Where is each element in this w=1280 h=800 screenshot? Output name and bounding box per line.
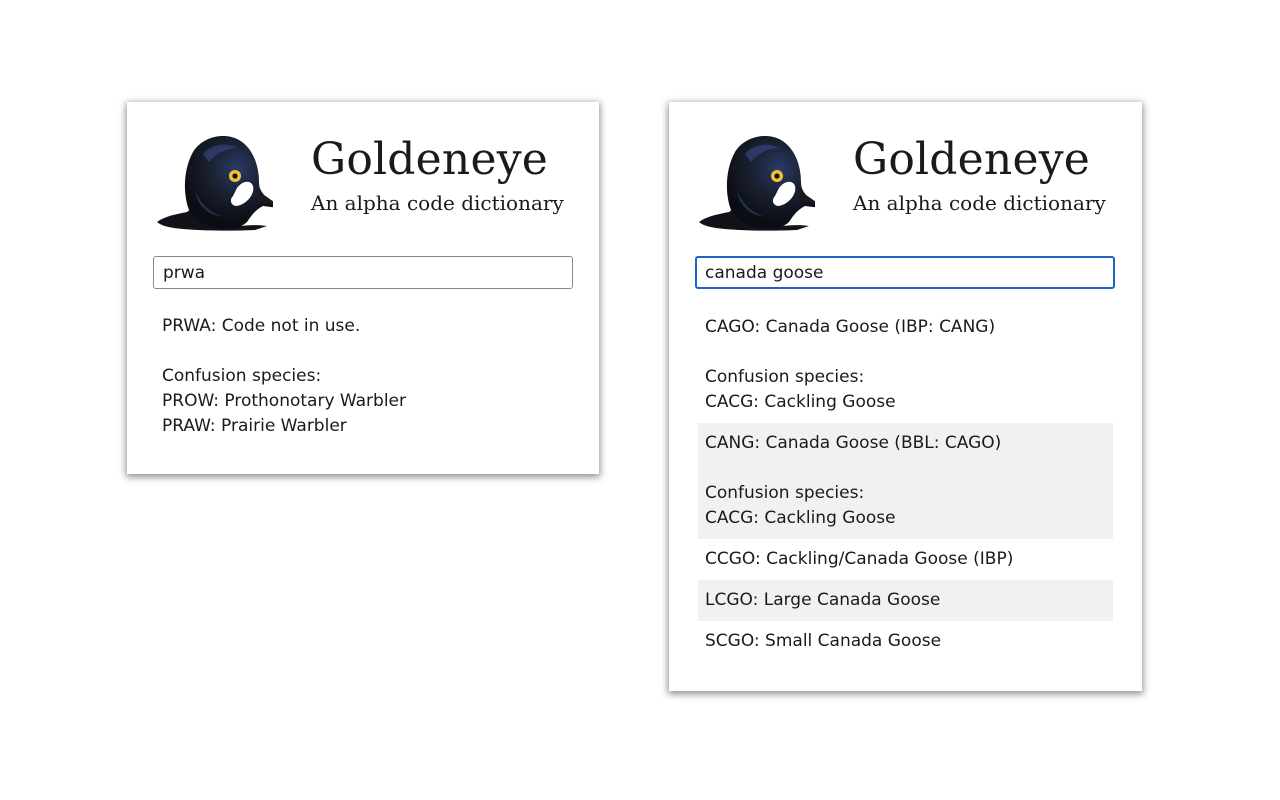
confusion-species: CACG: Cackling Goose [705, 392, 896, 412]
app-title: Goldeneye [311, 134, 548, 185]
confusion-label: Confusion species: [162, 366, 322, 386]
app-subtitle: An alpha code dictionary [853, 191, 1106, 215]
goldeneye-logo-icon [699, 136, 815, 231]
results-list: PRWA: Code not in use. Confusion species… [156, 310, 571, 443]
lookup-panel-right: Goldeneye An alpha code dictionary CAGO:… [669, 102, 1142, 691]
app-header: Goldeneye An alpha code dictionary [669, 102, 1142, 252]
confusion-species: PRAW: Prairie Warbler [162, 416, 347, 436]
result-item[interactable]: SCGO: Small Canada Goose [698, 621, 1113, 662]
result-heading: PRWA: Code not in use. [162, 316, 361, 336]
confusion-species: CACG: Cackling Goose [705, 508, 896, 528]
search-input[interactable] [153, 256, 573, 289]
result-item: PRWA: Code not in use. Confusion species… [156, 310, 571, 443]
search-input[interactable] [695, 256, 1115, 289]
goldeneye-logo-icon [157, 136, 273, 231]
lookup-panel-left: Goldeneye An alpha code dictionary PRWA:… [127, 102, 599, 474]
confusion-species: PROW: Prothonotary Warbler [162, 391, 407, 411]
confusion-label: Confusion species: [705, 483, 865, 503]
result-item[interactable]: CAGO: Canada Goose (IBP: CANG) Confusion… [698, 307, 1113, 423]
result-item[interactable]: LCGO: Large Canada Goose [698, 580, 1113, 621]
app-title: Goldeneye [853, 134, 1090, 185]
result-heading: CANG: Canada Goose (BBL: CAGO) [705, 433, 1002, 453]
app-subtitle: An alpha code dictionary [311, 191, 564, 215]
result-heading: LCGO: Large Canada Goose [705, 590, 941, 610]
result-heading: SCGO: Small Canada Goose [705, 631, 942, 651]
result-heading: CAGO: Canada Goose (IBP: CANG) [705, 317, 996, 337]
result-item[interactable]: CCGO: Cackling/Canada Goose (IBP) [698, 539, 1113, 580]
confusion-label: Confusion species: [705, 367, 865, 387]
results-list: CAGO: Canada Goose (IBP: CANG) Confusion… [698, 307, 1113, 662]
app-header: Goldeneye An alpha code dictionary [127, 102, 599, 252]
result-item[interactable]: CANG: Canada Goose (BBL: CAGO) Confusion… [698, 423, 1113, 539]
result-heading: CCGO: Cackling/Canada Goose (IBP) [705, 549, 1014, 569]
